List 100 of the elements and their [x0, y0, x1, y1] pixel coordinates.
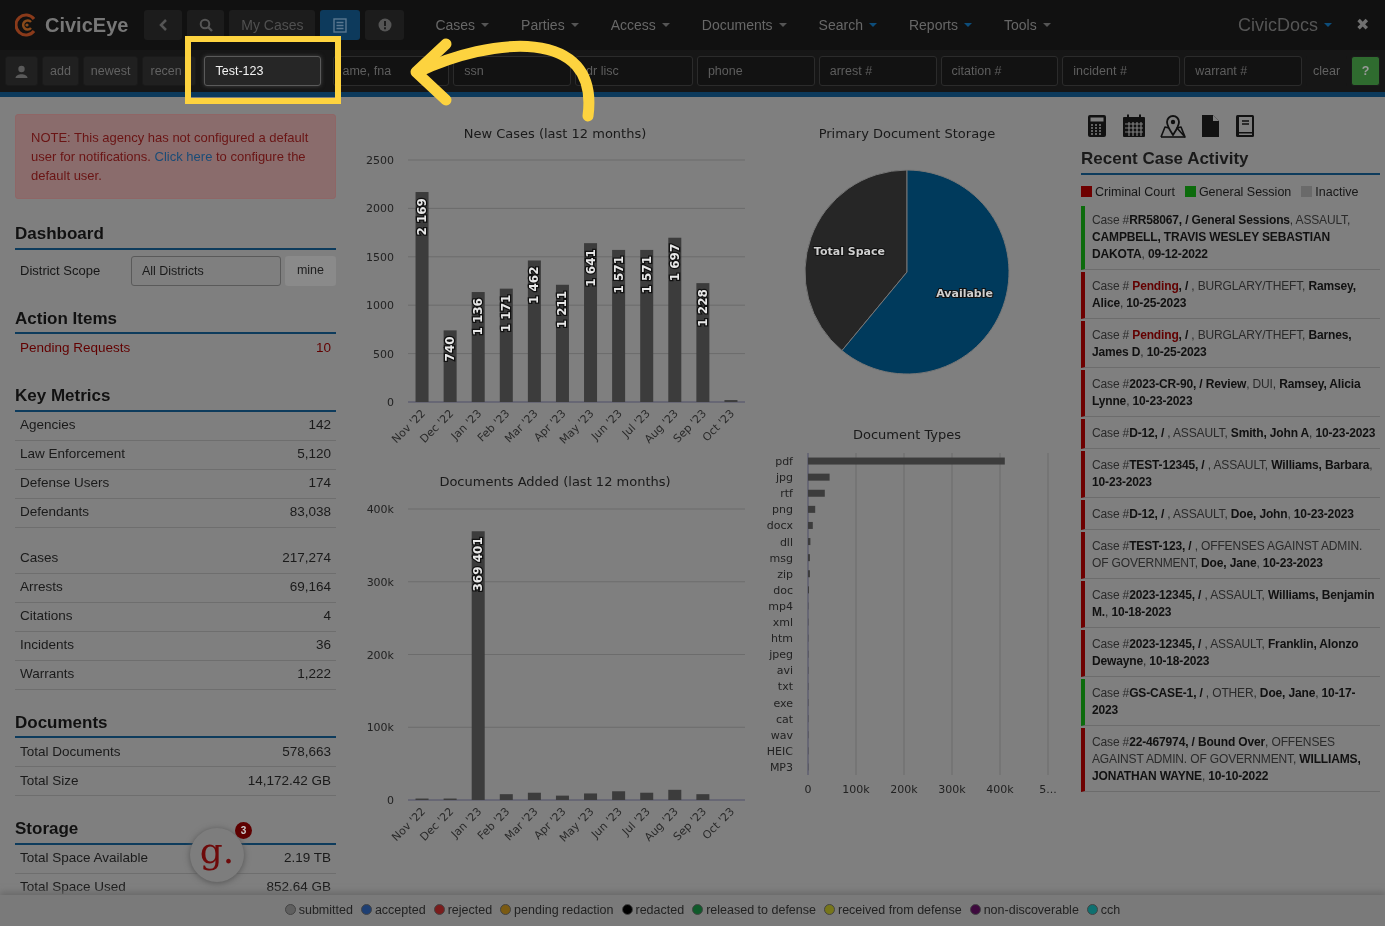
axis-label: 0: [804, 783, 812, 796]
search-field[interactable]: ssn: [453, 56, 572, 86]
nav-menu[interactable]: Parties: [507, 14, 593, 36]
caret-icon: [1324, 23, 1332, 27]
case-item[interactable]: Case #2023-12345, / , ASSAULT, Franklin, Alonzo Dewayne, 10-18-2023: [1081, 630, 1380, 678]
list-icon: [333, 17, 348, 33]
section-title: Recent Case Activity: [1081, 146, 1380, 175]
axis-label: HEIC: [766, 744, 793, 758]
action-link[interactable]: Pending Requests: [20, 338, 131, 359]
case-text: Case #TEST-123, / , OFFENSES AGAINST ADMIN. OF GOVERNMENT, Doe, Jane, 10-23-2023: [1092, 538, 1364, 573]
chart-title: Documents Added (last 12 months): [439, 474, 671, 489]
metric-value: 14,172.42 GB: [247, 771, 331, 790]
nav-menu[interactable]: Documents: [687, 14, 801, 36]
axis-label: htm: [771, 632, 793, 646]
nav-menu[interactable]: Tools: [990, 14, 1065, 36]
calculator-icon[interactable]: [1086, 114, 1108, 138]
bar: [612, 791, 626, 800]
case-item[interactable]: Case #D-12, / , ASSAULT, Doe, John, 10-23-2023: [1081, 500, 1380, 531]
legend-label: Inactive: [1315, 184, 1359, 199]
section-title: Dashboard: [15, 221, 336, 250]
case-text: Case # Pending, / , BURGLARY/THEFT, Barnes, James D, 10-25-2023: [1092, 327, 1353, 362]
nav-menu[interactable]: Reports: [894, 14, 986, 36]
notification-badge: 3: [235, 822, 252, 839]
metric-value: 1,222: [297, 665, 331, 684]
data-label: 369 401: [471, 537, 486, 592]
close-button[interactable]: ✖: [1346, 13, 1373, 37]
metric-label: Arrests: [20, 578, 63, 597]
search-field[interactable]: incident #: [1062, 56, 1181, 86]
search-mode-button[interactable]: newest: [82, 56, 139, 86]
help-button[interactable]: ?: [1351, 56, 1381, 86]
axis-label: xml: [772, 616, 793, 630]
axis-label: 0: [387, 396, 394, 409]
case-item[interactable]: Case #RR58067, / General Sessions, ASSAULT, CAMPBELL, TRAVIS WESLEY SEBASTIAN DAKOTA, 09-12-2022: [1081, 206, 1380, 271]
axis-label: MP3: [769, 760, 793, 774]
case-item[interactable]: Case #2023-CR-90, / Review, DUI, Ramsey, Alicia Lynne, 10-23-2023: [1081, 370, 1380, 418]
search-field[interactable]: arrest #: [818, 56, 937, 86]
metric-value: 5,120: [297, 445, 331, 464]
axis-label: pdf: [775, 455, 793, 469]
bar: [584, 793, 598, 800]
document-icon[interactable]: [1200, 114, 1220, 138]
case-item[interactable]: Case #TEST-12345, / , ASSAULT, Williams, Barbara, 10-23-2023: [1081, 451, 1380, 499]
metric-label: Total Space Available: [20, 849, 149, 868]
case-item[interactable]: Case #TEST-123, / , OFFENSES AGAINST ADMIN. OF GOVERNMENT, Doe, Jane, 10-23-2023: [1081, 532, 1380, 580]
user-button[interactable]: [5, 56, 38, 86]
axis-label: 5...: [1039, 783, 1057, 796]
chart-title: New Cases (last 12 months): [463, 126, 647, 141]
metric-value: 174: [308, 474, 331, 493]
data-label: 1 171: [499, 294, 514, 333]
app-switcher[interactable]: CivicDocs: [1224, 11, 1346, 39]
case-item[interactable]: Case # Pending, / , BURGLARY/THEFT, Ramsey, Alice, 10-25-2023: [1081, 272, 1380, 320]
case-item[interactable]: Case # Pending, / , BURGLARY/THEFT, Barnes, James D, 10-25-2023: [1081, 321, 1380, 369]
data-label: 740: [443, 336, 458, 362]
configure-link[interactable]: Click here: [154, 149, 213, 164]
book-icon[interactable]: [1234, 114, 1256, 138]
calendar-icon[interactable]: [1122, 114, 1146, 138]
nav-menu[interactable]: Cases: [421, 14, 504, 36]
legend-label: Criminal Court: [1095, 184, 1175, 199]
district-scope-field[interactable]: All Districts: [130, 255, 281, 286]
case-text: Case #22-467974, / Bound Over, OFFENSES AGAINST ADMIN. OF GOVERNMENT, WILLIAMS, JONATHAN WAYNE, 10-10-2022: [1092, 734, 1362, 786]
metric-label: Total Documents: [20, 742, 121, 761]
map-pin-icon[interactable]: [1160, 114, 1186, 138]
mine-button[interactable]: mine: [284, 255, 336, 286]
brand-name[interactable]: CivicEye: [45, 10, 129, 40]
axis-label: dll: [779, 535, 793, 549]
case-text: Case #TEST-12345, / , ASSAULT, Williams, Barbara, 10-23-2023: [1092, 457, 1374, 492]
axis-label: 100k: [842, 783, 870, 796]
axis-label: 2000: [366, 202, 394, 216]
case-item[interactable]: Case #2023-12345, / , ASSAULT, Williams, Benjamin M., 10-18-2023: [1081, 581, 1380, 629]
axis-label: 1500: [366, 250, 394, 264]
metric-label: Incidents: [20, 636, 75, 655]
case-text: Case #2023-12345, / , ASSAULT, Williams, Benjamin M., 10-18-2023: [1092, 587, 1376, 622]
search-field[interactable]: phone: [696, 56, 815, 86]
axis-label: docx: [766, 519, 793, 533]
case-text: Case #2023-CR-90, / Review, DUI, Ramsey, Alicia Lynne, 10-23-2023: [1092, 376, 1362, 411]
metric-label: Warrants: [20, 665, 75, 684]
section-title: Key Metrics: [15, 383, 336, 412]
case-item[interactable]: Case #22-467974, / Bound Over, OFFENSES AGAINST ADMIN. OF GOVERNMENT, WILLIAMS, JONATHAN WAYNE, 10-10-2022: [1081, 728, 1380, 793]
metric-label: Law Enforcement: [20, 445, 126, 464]
axis-label: 300k: [938, 783, 966, 796]
case-item[interactable]: Case #GS-CASE-1, / , OTHER, Doe, Jane, 10-17-2023: [1081, 679, 1380, 727]
axis-label: 100k: [366, 721, 394, 735]
search-field[interactable]: citation #: [940, 56, 1059, 86]
search-field[interactable]: warrant #: [1184, 56, 1302, 86]
metric-value: 69,164: [289, 578, 331, 597]
data-label: 1 228: [695, 289, 710, 327]
axis-label: 200k: [366, 648, 394, 662]
status-label: released to defense: [706, 903, 816, 918]
search-field[interactable]: Test-123: [204, 56, 322, 86]
metric-value: 2.19 TB: [283, 849, 331, 868]
list-view-button[interactable]: [320, 10, 361, 40]
axis-label: msg: [769, 551, 793, 565]
section-title: Documents: [15, 709, 336, 738]
metric-value: 217,274: [282, 549, 331, 568]
search-mode-button[interactable]: add: [42, 56, 79, 86]
status-label: rejected: [447, 903, 493, 918]
nav-menu[interactable]: Search: [804, 14, 891, 36]
metric-value: 578,663: [282, 742, 331, 761]
nav-menu[interactable]: Access: [596, 14, 684, 36]
status-label: redacted: [635, 903, 685, 918]
case-item[interactable]: Case #D-12, / , ASSAULT, Smith, John A, 10-23-2023: [1081, 419, 1380, 450]
